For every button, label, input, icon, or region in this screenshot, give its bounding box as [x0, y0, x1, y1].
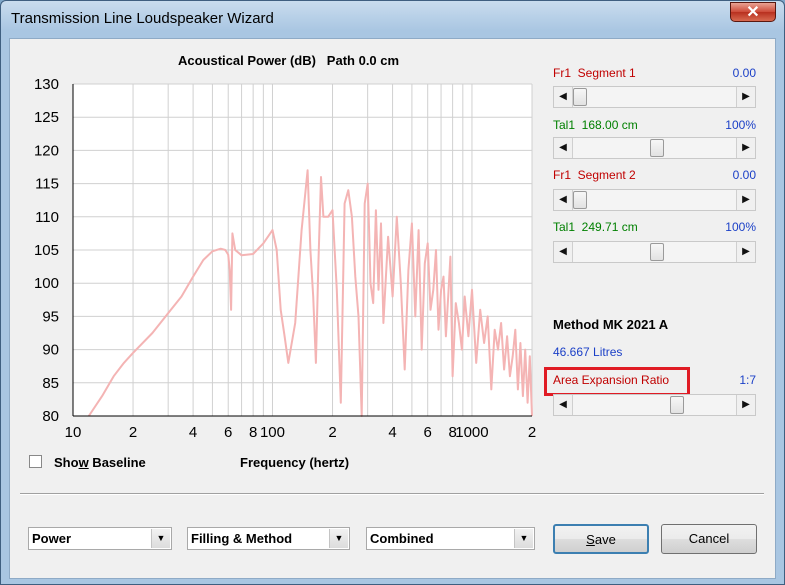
x-axis-label: Frequency (hertz) [240, 455, 350, 470]
combo-value: Filling & Method [191, 531, 293, 546]
fr1-segment2-label: Fr1 Segment 2 [553, 168, 636, 182]
y-tick-label: 100 [34, 275, 59, 292]
scroll-right-icon[interactable]: ▶ [736, 190, 755, 210]
method-label: Method MK 2021 A [553, 317, 669, 332]
cancel-button[interactable]: Cancel [661, 524, 757, 554]
y-tick-label: 125 [34, 109, 59, 126]
tal1-length-value: 100% [725, 118, 756, 132]
fr1-segment1-label: Fr1 Segment 1 [553, 66, 636, 80]
x-tick-label: 2 [129, 424, 137, 441]
save-accelerator: S [586, 532, 595, 547]
y-tick-label: 115 [35, 176, 59, 193]
label-part: Sho [54, 455, 79, 470]
scroll-thumb[interactable] [669, 396, 684, 414]
y-tick-label: 110 [35, 209, 59, 226]
y-tick-label: 85 [42, 375, 59, 392]
x-tick-label: 10 [65, 424, 82, 441]
scroll-left-icon[interactable]: ◀ [554, 138, 573, 158]
power-combo[interactable]: Power ▼ [28, 527, 172, 550]
dropdown-arrow-icon[interactable]: ▼ [151, 529, 170, 548]
combo-value: Power [32, 531, 72, 546]
scroll-thumb[interactable] [573, 88, 587, 106]
litres-value: 46.667 Litres [553, 345, 623, 359]
scroll-thumb[interactable] [650, 243, 665, 261]
x-tick-label: 4 [189, 424, 197, 441]
x-tick-label: 100 [260, 424, 285, 441]
acoustic-power-chart: 1301251201151101051009590858010 2 4 6 8 100 2 4… [34, 76, 536, 441]
y-tick-label: 95 [42, 308, 59, 325]
area-expansion-value: 1:7 [739, 373, 756, 387]
save-label: ave [594, 532, 616, 547]
window-title: Transmission Line Loudspeaker Wizard [11, 10, 274, 27]
title-bar[interactable]: Transmission Line Loudspeaker Wizard ✕ [1, 1, 784, 37]
scroll-thumb[interactable] [650, 139, 665, 157]
scroll-left-icon[interactable]: ◀ [554, 395, 573, 415]
filling-method-combo[interactable]: Filling & Method ▼ [187, 527, 350, 550]
scroll-right-icon[interactable]: ▶ [736, 87, 755, 107]
tal1-length-scrollbar[interactable]: ◀ ▶ [553, 137, 756, 159]
dropdown-arrow-icon[interactable]: ▼ [514, 529, 533, 548]
save-button[interactable]: Save [553, 524, 649, 554]
tal1-length-label: Tal1 168.00 cm [553, 118, 638, 132]
tal1-length2-label: Tal1 249.71 cm [553, 220, 638, 234]
x-tick-label: 8 [249, 424, 257, 441]
fr1-segment2-scrollbar[interactable]: ◀ ▶ [553, 189, 756, 211]
cancel-label: Cancel [688, 531, 730, 546]
separator [20, 493, 764, 495]
scroll-left-icon[interactable]: ◀ [554, 87, 573, 107]
y-tick-label: 120 [34, 142, 59, 159]
scroll-left-icon[interactable]: ◀ [554, 242, 573, 262]
x-tick-label: 6 [224, 424, 232, 441]
x-tick-label: 1000 [455, 424, 488, 441]
scroll-right-icon[interactable]: ▶ [736, 242, 755, 262]
tal1-length2-value: 100% [725, 220, 756, 234]
combined-combo[interactable]: Combined ▼ [366, 527, 535, 550]
scroll-right-icon[interactable]: ▶ [736, 395, 755, 415]
combo-value: Combined [370, 531, 434, 546]
area-expansion-scrollbar[interactable]: ◀ ▶ [553, 394, 756, 416]
y-tick-label: 105 [34, 242, 59, 259]
fr1-segment1-scrollbar[interactable]: ◀ ▶ [553, 86, 756, 108]
tal1-length2-scrollbar[interactable]: ◀ ▶ [553, 241, 756, 263]
fr1-segment1-value: 0.00 [732, 66, 756, 80]
label-part: Baseline [88, 455, 146, 470]
label-accelerator: w [78, 455, 89, 470]
x-tick-label: 2 [528, 424, 536, 441]
y-tick-label: 90 [42, 342, 59, 359]
show-baseline-label[interactable]: Show Baseline [54, 455, 146, 470]
close-button[interactable]: ✕ [730, 2, 776, 22]
y-tick-label: 130 [34, 76, 59, 93]
fr1-segment2-value: 0.00 [732, 168, 756, 182]
y-tick-label: 80 [42, 408, 59, 425]
x-tick-label: 6 [424, 424, 432, 441]
scroll-right-icon[interactable]: ▶ [736, 138, 755, 158]
scroll-left-icon[interactable]: ◀ [554, 190, 573, 210]
dropdown-arrow-icon[interactable]: ▼ [329, 529, 348, 548]
scroll-thumb[interactable] [573, 191, 587, 209]
area-expansion-label: Area Expansion Ratio [553, 373, 670, 387]
show-baseline-checkbox[interactable] [29, 455, 42, 468]
close-icon: ✕ [746, 4, 760, 21]
x-tick-label: 4 [388, 424, 396, 441]
chart-title: Acoustical Power (dB) Path 0.0 cm [178, 53, 400, 68]
x-tick-label: 2 [328, 424, 336, 441]
